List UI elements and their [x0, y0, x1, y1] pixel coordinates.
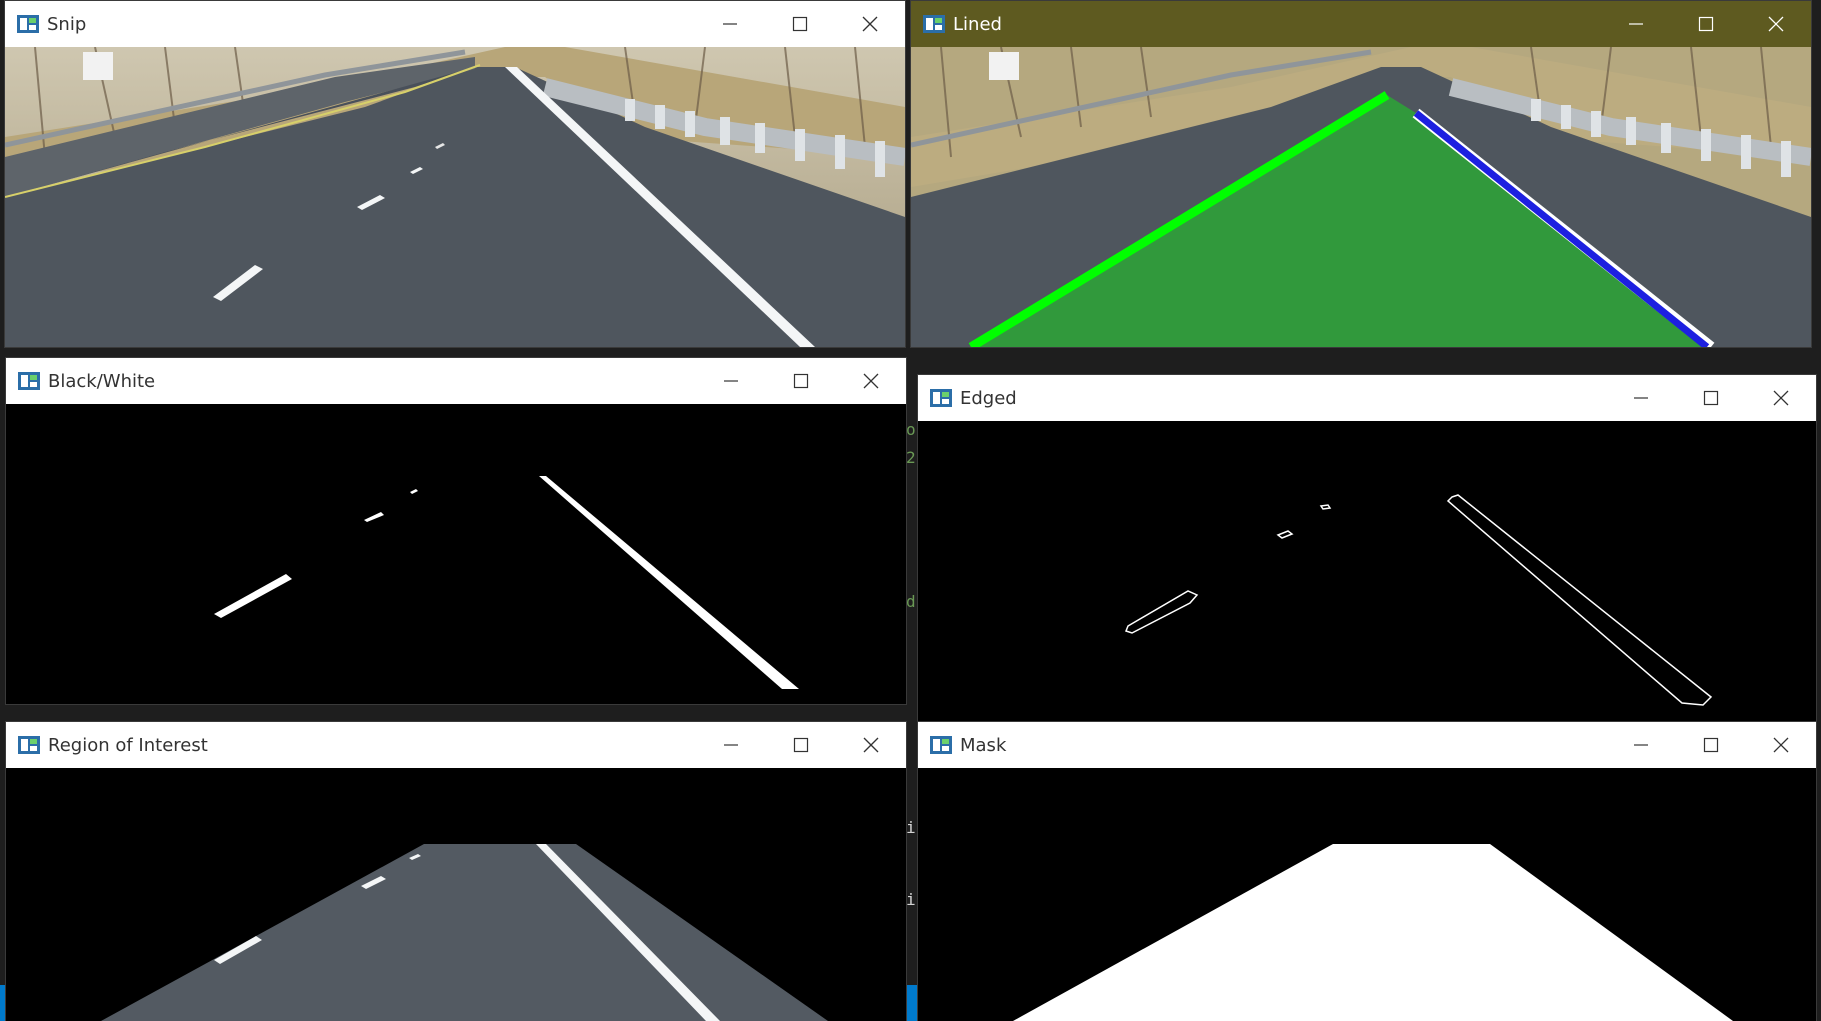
opencv-window-icon: [923, 15, 945, 33]
maximize-button[interactable]: [1671, 1, 1741, 47]
window-title: Black/White: [48, 370, 156, 392]
editor-side-char: i: [906, 818, 916, 837]
close-button[interactable]: [1746, 375, 1816, 421]
opencv-window-icon: [18, 736, 40, 754]
maximize-icon: [1703, 390, 1719, 406]
minimize-button[interactable]: [696, 358, 766, 404]
close-button[interactable]: [835, 1, 905, 47]
window-black-white[interactable]: Black/White: [6, 358, 906, 704]
maximize-icon: [792, 16, 808, 32]
maximize-icon: [1698, 16, 1714, 32]
maximize-icon: [793, 737, 809, 753]
window-mask[interactable]: Mask: [918, 722, 1816, 1021]
titlebar[interactable]: Edged: [918, 375, 1816, 421]
minimize-icon: [1629, 23, 1643, 25]
minimize-button[interactable]: [695, 1, 765, 47]
close-button[interactable]: [1741, 1, 1811, 47]
canny-edges-image: [918, 421, 1816, 721]
opencv-window-icon: [17, 15, 39, 33]
maximize-button[interactable]: [1676, 375, 1746, 421]
close-icon: [1773, 737, 1789, 753]
window-snip[interactable]: Snip: [5, 1, 905, 347]
close-icon: [1768, 16, 1784, 32]
threshold-image: [6, 404, 906, 704]
maximize-icon: [793, 373, 809, 389]
maximize-icon: [1703, 737, 1719, 753]
close-icon: [1773, 390, 1789, 406]
opencv-window-icon: [930, 736, 952, 754]
minimize-button[interactable]: [1601, 1, 1671, 47]
opencv-window-icon: [930, 389, 952, 407]
window-title: Edged: [960, 387, 1017, 409]
mask-image: [918, 768, 1816, 1021]
maximize-button[interactable]: [766, 722, 836, 768]
window-region-of-interest[interactable]: Region of Interest: [6, 722, 906, 1021]
minimize-button[interactable]: [1606, 375, 1676, 421]
window-title: Snip: [47, 13, 87, 35]
window-title: Mask: [960, 734, 1007, 756]
editor-side-char: 2: [906, 448, 916, 467]
titlebar[interactable]: Mask: [918, 722, 1816, 768]
minimize-icon: [724, 744, 738, 746]
minimize-icon: [1634, 397, 1648, 399]
lane-overlay-image: [911, 47, 1811, 347]
minimize-icon: [1634, 744, 1648, 746]
opencv-window-icon: [18, 372, 40, 390]
titlebar[interactable]: Region of Interest: [6, 722, 906, 768]
window-title: Region of Interest: [48, 734, 208, 756]
close-button[interactable]: [836, 722, 906, 768]
close-icon: [862, 16, 878, 32]
titlebar[interactable]: Black/White: [6, 358, 906, 404]
minimize-button[interactable]: [1606, 722, 1676, 768]
masked-road-image: [6, 768, 906, 1021]
maximize-button[interactable]: [765, 1, 835, 47]
minimize-icon: [724, 380, 738, 382]
editor-scroll-marker: [906, 985, 918, 1021]
maximize-button[interactable]: [1676, 722, 1746, 768]
editor-side-char: o: [906, 420, 916, 439]
close-button[interactable]: [1746, 722, 1816, 768]
editor-side-char: d: [906, 592, 916, 611]
window-edged[interactable]: Edged: [918, 375, 1816, 721]
close-icon: [863, 373, 879, 389]
window-lined[interactable]: Lined: [911, 1, 1811, 347]
editor-side-char: i: [906, 890, 916, 909]
window-title: Lined: [953, 13, 1002, 35]
titlebar[interactable]: Snip: [5, 1, 905, 47]
close-button[interactable]: [836, 358, 906, 404]
minimize-button[interactable]: [696, 722, 766, 768]
close-icon: [863, 737, 879, 753]
titlebar[interactable]: Lined: [911, 1, 1811, 47]
maximize-button[interactable]: [766, 358, 836, 404]
minimize-icon: [723, 23, 737, 25]
road-image: [5, 47, 905, 347]
